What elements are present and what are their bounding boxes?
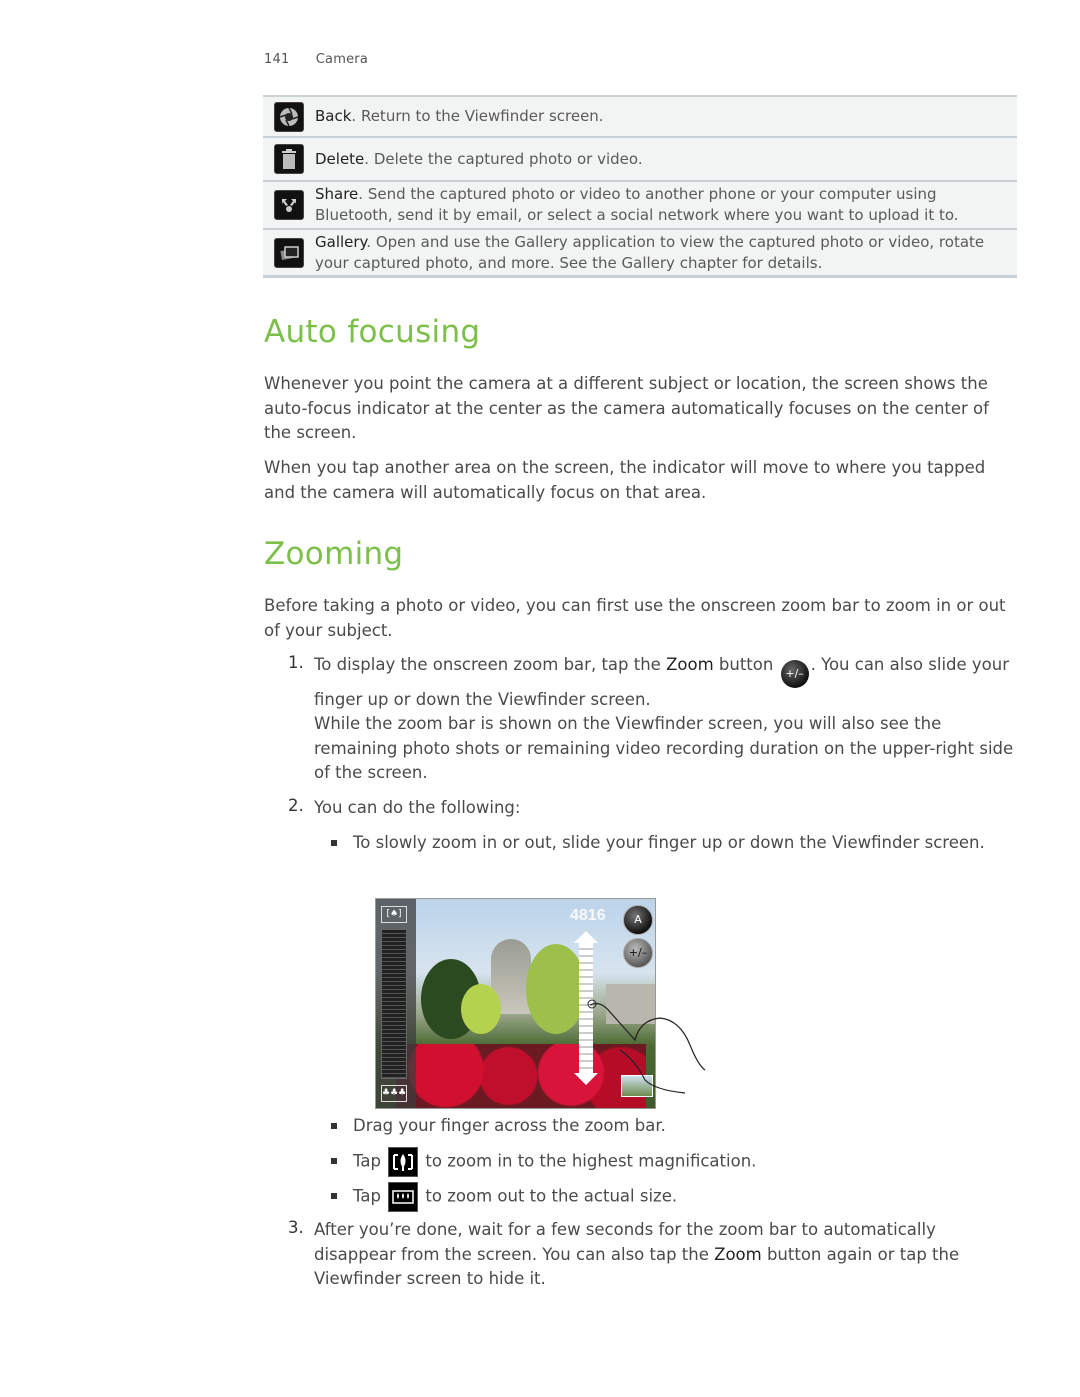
- bullet-marker: [331, 840, 337, 846]
- bullet-marker: [331, 1158, 337, 1164]
- step-2-number: 2.: [288, 796, 304, 815]
- term-delete: Delete: [315, 149, 365, 168]
- illustration-tree: [526, 944, 586, 1034]
- zoom-button-icon: +/–: [623, 938, 653, 968]
- bullet-marker: [331, 1123, 337, 1129]
- description-gallery: . Open and use the Gallery application t…: [315, 232, 985, 272]
- illustration-tree: [461, 984, 501, 1034]
- bullet-zoom-in-text: to zoom in to the highest magnification.: [420, 1151, 757, 1171]
- zoom-out-actual-icon: ♣♣♣: [381, 1085, 407, 1102]
- bullet-zoom-out-text: to zoom out to the actual size.: [420, 1186, 678, 1206]
- term-gallery: Gallery: [315, 232, 367, 251]
- step-1-text: To display the onscreen zoom bar, tap th…: [314, 653, 1014, 713]
- description-back: . Return to the Viewfinder screen.: [351, 107, 604, 125]
- bullet-slide-finger: To slowly zoom in or out, slide your fin…: [353, 833, 985, 852]
- icon-description-table: Back. Return to the Viewfinder screen. D…: [263, 95, 1017, 278]
- zoom-out-actual-icon: [388, 1182, 419, 1212]
- zoom-in-max-icon: [♠]: [381, 906, 407, 923]
- step-3-number: 3.: [288, 1218, 304, 1237]
- step-3-text: After you’re done, wait for a few second…: [314, 1218, 1014, 1292]
- bullet-zoom-out-actual: Tap to zoom out to the actual size.: [353, 1182, 1013, 1212]
- zoom-term: Zoom: [666, 655, 714, 674]
- auto-focusing-para-2: When you tap another area on the screen,…: [264, 458, 986, 502]
- step-1-mid: button: [713, 655, 779, 674]
- trash-icon: [274, 144, 304, 174]
- running-header: 141 Camera: [264, 52, 368, 67]
- auto-focusing-para-1: Whenever you point the camera at a diffe…: [264, 374, 989, 442]
- step-1-note: While the zoom bar is shown on the Viewf…: [314, 714, 1014, 782]
- finger-gesture-icon: [587, 999, 706, 1094]
- flash-auto-icon: A: [623, 905, 653, 935]
- description-delete: . Delete the captured photo or video.: [364, 149, 643, 168]
- table-row-back: Back. Return to the Viewfinder screen.: [263, 97, 1017, 138]
- bullet-drag-finger: Drag your finger across the zoom bar.: [353, 1116, 666, 1135]
- table-row-gallery: Gallery. Open and use the Gallery applic…: [263, 230, 1017, 278]
- camera-shutter-icon: [274, 101, 304, 132]
- gallery-icon: [274, 237, 304, 268]
- step-1-number: 1.: [288, 653, 304, 672]
- zoom-term: Zoom: [714, 1244, 762, 1264]
- table-row-share: Share. Send the captured photo or video …: [263, 182, 1017, 230]
- term-back: Back: [315, 107, 352, 125]
- bullet-tap: Tap: [353, 1151, 387, 1171]
- bullet-zoom-in-max: Tap to zoom in to the highest magnificat…: [353, 1147, 1013, 1177]
- share-icon: [274, 190, 304, 220]
- zooming-intro: Before taking a photo or video, you can …: [264, 596, 1006, 640]
- page-number: 141: [264, 52, 290, 67]
- term-share: Share: [315, 185, 359, 203]
- description-share: . Send the captured photo or video to an…: [315, 185, 959, 224]
- step-2-text: You can do the following:: [314, 798, 521, 817]
- chapter-title: Camera: [315, 52, 368, 67]
- zoom-button-icon: +/–: [780, 660, 809, 688]
- table-row-delete: Delete. Delete the captured photo or vid…: [263, 138, 1017, 182]
- bullet-tap: Tap: [353, 1186, 387, 1206]
- zoom-bar-track: [381, 929, 407, 1079]
- heading-auto-focusing: Auto focusing: [264, 314, 481, 350]
- bullet-marker: [331, 1193, 337, 1199]
- step-1-pre: To display the onscreen zoom bar, tap th…: [314, 655, 667, 674]
- heading-zooming: Zooming: [264, 536, 404, 572]
- zoom-in-max-icon: [388, 1147, 419, 1177]
- remaining-shots-count: 4816: [570, 907, 606, 924]
- zoom-bar-panel: [♠] ♣♣♣: [376, 899, 416, 1108]
